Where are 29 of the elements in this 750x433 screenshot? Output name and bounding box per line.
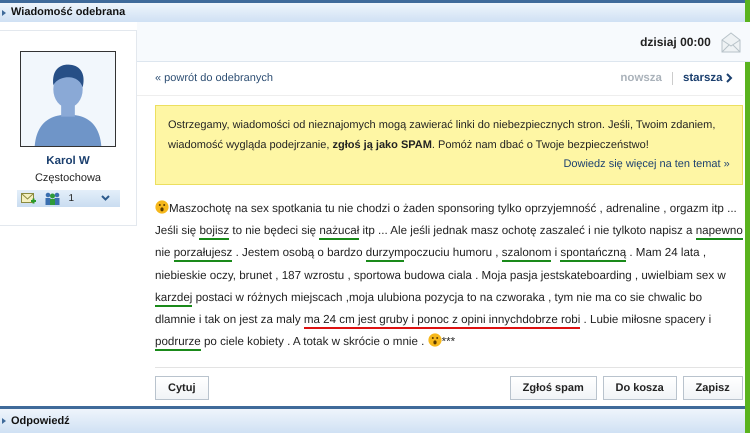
chevron-right-icon	[726, 72, 733, 83]
message-text-line: Maszochotę na sex spotkania tu nie chodzi o żaden sponsoring tylko oprzyjemność , adrenaline , orgazm itp ...	[155, 198, 743, 220]
friends-count: 1	[68, 192, 74, 206]
section-title: Wiadomość odebrana	[11, 5, 126, 20]
older-link[interactable]: starsza	[672, 70, 743, 88]
avatar-icon	[20, 51, 116, 147]
learn-more-link[interactable]: Dowiedz się więcej na ten temat »	[563, 158, 730, 170]
quote-button[interactable]: Cytuj	[155, 376, 208, 400]
envelope-icon[interactable]	[20, 192, 36, 204]
message-text-line: nie porzałujesz . Jestem osobą o bardzo durzympoczuciu humoru , szalonom i spontańczną . Mam 24 lata ,	[155, 242, 743, 265]
message-text-line: niebieskie oczy, brunet , 187 wzrostu , sportowa budowa ciala . Moja pasja jestskateboarding , uwielbiam sex w	[155, 268, 727, 284]
sender-city: Częstochowa	[34, 171, 102, 186]
warning-text: Ostrzegamy, wiadomości od nieznajomych mogą zawierać linki do niebezpiecznych stron. Jeśli, Twoim zdaniem, wiadomość wygląda podejrzanie, zgłoś ją jako SPAM. Pomóż nam dbać o Twoje bezpieczeństwo!	[168, 118, 716, 152]
message-date: dzisiaj 00:00	[640, 34, 711, 50]
emoticon-icon	[428, 333, 442, 348]
report-spam-button[interactable]: Zgłoś spam	[510, 376, 597, 400]
chevron-down-icon[interactable]	[100, 195, 110, 202]
back-link[interactable]: « powrót do odebranych	[155, 70, 274, 87]
message-text-line: Jeśli się bojisz to nie będeci się nażucał itp ... Ale jeśli jednak masz ochotę zaszaleć i nie tylkoto napisz a napewno	[155, 220, 743, 242]
message-text-line: podrurze po ciele kobiety . A totak w skrócie o mnie . ***	[155, 331, 743, 354]
save-button[interactable]: Zapisz	[682, 376, 743, 400]
people-icon[interactable]	[44, 192, 60, 205]
delete-button[interactable]: Do kosza	[602, 376, 677, 400]
envelope-icon	[720, 30, 741, 52]
emoticon-icon	[155, 200, 169, 214]
message-text-line: dlamnie i tak on jest za maly ma 24 cm jest gruby i ponoc z opini innychdobrze robi . Lubie miłosne spacery i	[155, 309, 743, 332]
sender-name[interactable]: Karol W	[46, 153, 90, 170]
message-text-line: karzdej postaci w różnych miejscach ,moja ulubiona pozycja to na czworaka , tym nie ma co sie chwalic bo	[155, 286, 743, 310]
reply-section-title[interactable]: Odpowiedź	[11, 412, 70, 430]
